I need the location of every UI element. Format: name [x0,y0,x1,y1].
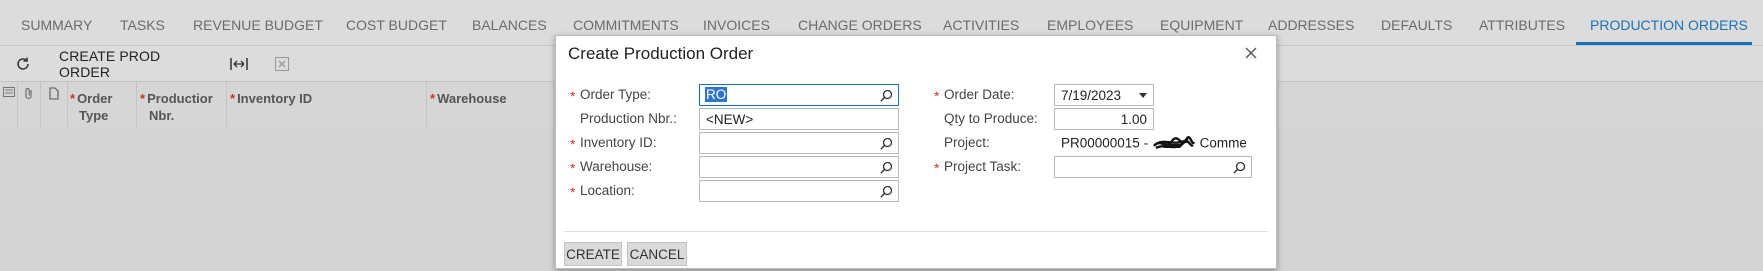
fit-columns-icon[interactable] [228,54,250,74]
close-icon[interactable] [1242,44,1260,62]
required-marker: * [570,184,576,200]
tab-attributes[interactable]: ATTRIBUTES [1479,17,1565,33]
project-value: PR00000015 - Commerc [1061,135,1246,155]
tab-employees[interactable]: EMPLOYEES [1047,17,1133,33]
production-nbr-label: Production Nbr.: [580,111,677,126]
create-production-order-dialog: Create Production Order * Order Type: RO … [555,35,1277,269]
order-type-field[interactable]: RO [699,84,899,106]
required-marker: * [140,91,146,106]
create-button[interactable]: CREATE [564,242,622,266]
row-status-icon [3,87,15,97]
grid-column-icon-status[interactable] [0,82,18,127]
tab-summary[interactable]: SUMMARY [21,17,92,33]
required-marker: * [430,91,436,106]
grid-column-production-nbr[interactable]: * Productior Nbr. [137,82,227,127]
qty-to-produce-value: 1.00 [1120,112,1147,127]
tab-change-orders[interactable]: CHANGE ORDERS [798,17,922,33]
required-marker: * [570,160,576,176]
project-label: Project: [944,135,990,150]
order-date-label: * Order Date: [934,87,1015,104]
tab-equipment[interactable]: EQUIPMENT [1160,17,1243,33]
note-icon [49,87,59,100]
tab-defaults[interactable]: DEFAULTS [1381,17,1452,33]
required-marker: * [934,88,940,104]
tab-activities[interactable]: ACTIVITIES [943,17,1019,33]
column-label: Inventory ID [237,91,313,106]
warehouse-field[interactable] [699,156,899,178]
grid-column-warehouse[interactable]: * Warehouse [427,82,555,127]
column-label-line1: Productior [147,91,213,106]
active-tab-indicator [1576,42,1752,45]
cancel-button[interactable]: CANCEL [627,242,687,266]
inventory-id-label: * Inventory ID: [570,135,657,152]
tab-tasks[interactable]: TASKS [120,17,165,33]
order-type-value: RO [705,87,728,102]
location-label: * Location: [570,183,635,200]
paperclip-icon [25,87,32,100]
location-field[interactable] [699,180,899,202]
tab-balances[interactable]: BALANCES [472,17,547,33]
warehouse-label: * Warehouse: [570,159,653,176]
required-marker: * [934,160,940,176]
project-task-field[interactable] [1054,156,1252,178]
order-date-value: 7/19/2023 [1061,88,1122,103]
order-type-label: * Order Type: [570,87,652,104]
project-id: PR00000015 - [1061,135,1149,151]
column-label-line2: Type [79,108,109,123]
order-date-field[interactable]: 7/19/2023 [1054,84,1154,106]
required-marker: * [570,88,576,104]
qty-to-produce-field[interactable]: 1.00 [1054,108,1154,130]
qty-to-produce-label: Qty to Produce: [944,111,1038,126]
column-label-line1: Order [77,91,113,106]
chevron-down-icon[interactable] [1139,93,1147,98]
grid-column-notes[interactable] [41,82,68,127]
dialog-title: Create Production Order [568,44,754,63]
required-marker: * [70,91,76,106]
refresh-icon[interactable] [12,54,34,74]
grid-column-attachments[interactable] [18,82,41,127]
tab-commitments[interactable]: COMMITMENTS [573,17,679,33]
inventory-id-field[interactable] [699,132,899,154]
export-excel-icon[interactable] [271,54,293,74]
search-icon[interactable] [880,89,893,102]
redaction-scribble [1152,136,1195,150]
tab-production-orders[interactable]: PRODUCTION ORDERS [1590,17,1748,33]
search-icon[interactable] [1233,161,1246,174]
grid-column-order-type[interactable]: * Order Type [68,82,137,127]
production-nbr-field[interactable]: <NEW> [699,108,899,130]
column-label-line2: Nbr. [149,108,175,123]
dialog-footer: CREATE CANCEL [564,231,1268,266]
search-icon[interactable] [880,137,893,150]
required-marker: * [230,91,236,106]
grid-column-inventory-id[interactable]: * Inventory ID [227,82,427,127]
production-nbr-value: <NEW> [706,112,754,127]
project-description: Commerc [1199,135,1246,151]
create-prod-order-button[interactable]: CREATE PROD ORDER [59,48,209,80]
search-icon[interactable] [880,161,893,174]
column-label: Warehouse [437,91,507,106]
tab-revenue-budget[interactable]: REVENUE BUDGET [193,17,323,33]
tab-invoices[interactable]: INVOICES [703,17,770,33]
search-icon[interactable] [880,185,893,198]
tab-cost-budget[interactable]: COST BUDGET [346,17,447,33]
required-marker: * [570,136,576,152]
project-task-label: * Project Task: [934,159,1022,176]
tab-addresses[interactable]: ADDRESSES [1268,17,1354,33]
